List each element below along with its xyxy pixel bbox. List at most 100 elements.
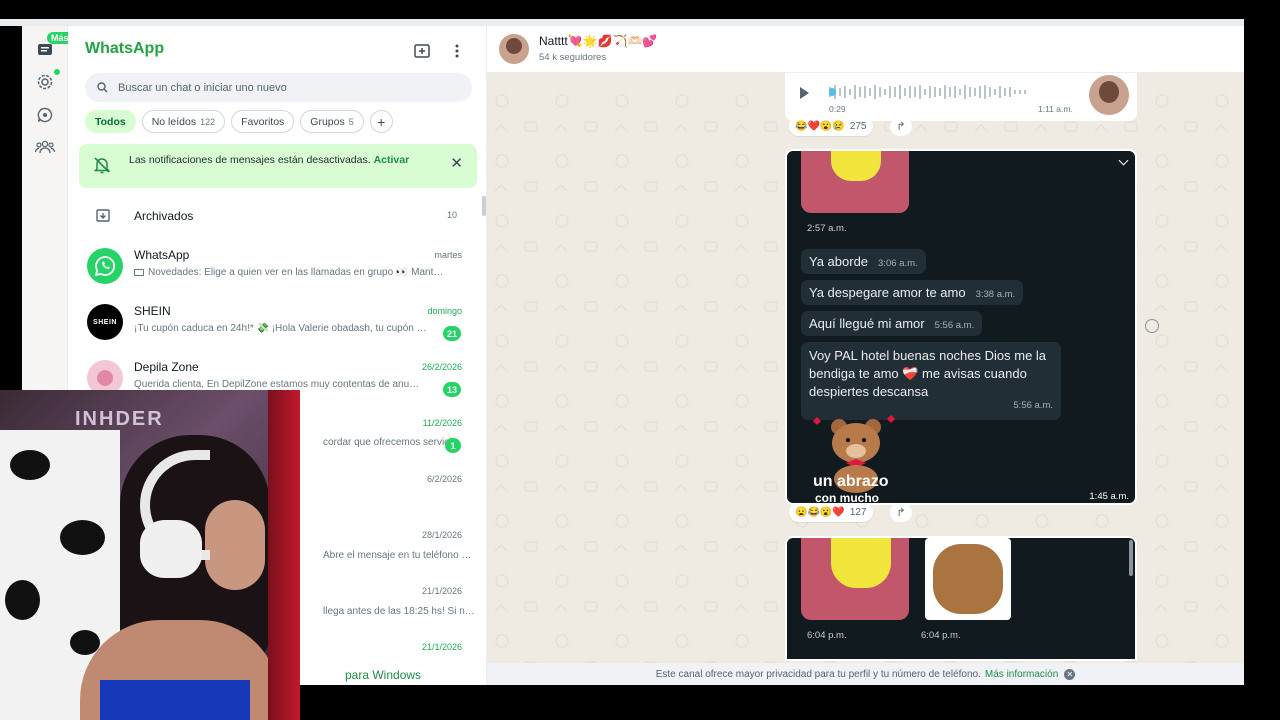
- chat-time: 26/2/2026: [421, 362, 462, 372]
- shein-avatar: SHEIN: [87, 304, 123, 340]
- sticker-dog: [925, 538, 1011, 620]
- bubble-time: 3:38 a.m.: [975, 289, 1016, 300]
- chip-no-leidos[interactable]: No leídos 122: [141, 110, 226, 133]
- channel-avatar: [499, 34, 529, 64]
- chat-preview: Novedades: Elige a quien ver en las llam…: [134, 267, 464, 278]
- status-dot: [54, 69, 60, 75]
- notif-text: Las notificaciones de mensajes están des…: [129, 154, 371, 166]
- chip-label: Todos: [95, 115, 126, 128]
- image-time: 1:45 a.m.: [1089, 491, 1129, 502]
- privacy-footer: Este canal ofrece mayor privacidad para …: [487, 663, 1244, 685]
- bubble-time: 5:56 a.m.: [934, 320, 975, 331]
- sticker-fragment: [801, 151, 909, 213]
- audio-sender-avatar: [1089, 75, 1129, 115]
- audio-message: 0:29 1:11 a.m.: [785, 73, 1137, 121]
- chat-preview: ¡Tu cupón caduca en 24h!* 💸 ¡Hola Valeri…: [134, 323, 427, 334]
- message-bubble: Voy PAL hotel buenas noches Dios me la b…: [801, 342, 1061, 420]
- archived-row[interactable]: Archivados 10: [68, 200, 487, 232]
- chip-todos[interactable]: Todos: [85, 110, 136, 133]
- search-icon: [97, 82, 108, 93]
- reactions-bar[interactable]: 😦😂😮❤️ 127: [789, 503, 873, 522]
- new-chat-icon[interactable]: [411, 40, 433, 62]
- chat-row-shein[interactable]: SHEIN SHEIN ¡Tu cupón caduca en 24h!* 💸 …: [68, 296, 487, 352]
- react-emoji-icon[interactable]: [1145, 319, 1159, 333]
- browser-top-strip: [0, 19, 1244, 26]
- footer-text: Este canal ofrece mayor privacidad para …: [655, 668, 981, 680]
- channel-title: Natttt💘🌟💋🏹🫶🏻💕: [539, 34, 658, 48]
- reaction-emojis: 😂❤️😮😢: [795, 121, 845, 132]
- webcam-overlay: INHDER: [0, 390, 300, 720]
- channel-header[interactable]: Natttt💘🌟💋🏹🫶🏻💕 54 k seguidores: [487, 26, 1244, 73]
- windows-download-link[interactable]: para Windows: [345, 668, 421, 682]
- sticker-duck: [801, 538, 909, 620]
- bubble-text: Voy PAL hotel buenas noches Dios me la b…: [809, 348, 1047, 399]
- app-title: WhatsApp: [85, 40, 165, 57]
- menu-icon[interactable]: [446, 40, 468, 62]
- more-info-link[interactable]: Más información: [985, 669, 1058, 680]
- chip-label: Grupos: [310, 115, 345, 128]
- archived-count: 10: [446, 210, 457, 220]
- chat-time: 21/1/2026: [421, 642, 462, 652]
- close-icon[interactable]: ✕: [1064, 668, 1076, 680]
- activate-link[interactable]: Activar: [374, 154, 410, 166]
- communities-icon[interactable]: [33, 135, 57, 159]
- notif-message: Las notificaciones de mensajes están des…: [129, 154, 409, 166]
- chat-time: 6/2/2026: [426, 474, 462, 484]
- filter-chips: Todos No leídos 122 Favoritos Grupos 5 +: [85, 110, 393, 133]
- channel-followers: 54 k seguidores: [539, 52, 607, 63]
- chat-preview: cordar que ofrecemos servici…: [323, 437, 462, 448]
- chat-row-whatsapp[interactable]: WhatsApp Novedades: Elige a quien ver en…: [68, 240, 487, 296]
- chat-preview: Querida clienta, En DepilZone estamos mu…: [134, 379, 420, 390]
- chip-label: No leídos: [151, 115, 197, 128]
- bell-off-icon: [92, 155, 112, 180]
- unread-badge: 21: [442, 326, 461, 341]
- chat-time: 28/1/2026: [421, 530, 462, 540]
- audio-waveform[interactable]: [829, 84, 1069, 100]
- chip-label: Favoritos: [241, 115, 285, 128]
- close-icon[interactable]: ✕: [450, 154, 463, 172]
- reaction-count: 275: [849, 121, 867, 132]
- notifications-banner: Las notificaciones de mensajes están des…: [79, 144, 477, 188]
- chip-grupos[interactable]: Grupos 5: [300, 110, 364, 133]
- play-icon[interactable]: [800, 87, 809, 99]
- forward-button[interactable]: ↱: [890, 117, 912, 136]
- channel-pane: Natttt💘🌟💋🏹🫶🏻💕 54 k seguidores 0:29 1:11 …: [487, 26, 1244, 685]
- bubble-text: Aquí llegué mi amor: [809, 316, 925, 331]
- chat-time: 11/2/2026: [422, 418, 462, 428]
- reaction-emojis: 😦😂😮❤️: [795, 507, 845, 518]
- chip-favoritos[interactable]: Favoritos: [231, 110, 295, 133]
- forward-button[interactable]: ↱: [890, 503, 912, 522]
- image-message[interactable]: 6:04 p.m. 6:04 p.m.: [785, 536, 1137, 661]
- chat-preview: Abre el mensaje en tu teléfono …: [323, 550, 472, 561]
- archived-label: Archivados: [134, 209, 194, 223]
- chat-name: Depila Zone: [134, 360, 199, 374]
- chat-preview-text: Novedades: Elige a quien ver en las llam…: [148, 267, 444, 278]
- blue-top: [100, 680, 250, 720]
- reactions-bar[interactable]: 😂❤️😮😢 275: [789, 117, 873, 136]
- image-scrollbar[interactable]: [1129, 540, 1133, 576]
- chip-count: 122: [200, 116, 216, 127]
- message-bubble: Ya despegare amor te amo 3:38 a.m.: [801, 280, 1024, 305]
- search-placeholder: Buscar un chat o iniciar uno nuevo: [118, 81, 287, 94]
- image-timestamp: 2:57 a.m.: [807, 223, 847, 234]
- reaction-count: 127: [849, 507, 867, 518]
- list-scrollbar[interactable]: [482, 196, 486, 216]
- unread-badge: 1: [445, 438, 461, 453]
- bubble-text: Ya aborde: [809, 254, 869, 269]
- status-icon[interactable]: [33, 70, 57, 94]
- whatsapp-logo-icon: [87, 248, 123, 284]
- chat-time: 21/1/2026: [421, 586, 462, 596]
- add-filter-button[interactable]: +: [369, 110, 393, 133]
- shein-logo-text: SHEIN: [93, 318, 117, 326]
- chevron-down-icon[interactable]: [1118, 155, 1129, 166]
- chat-time: domingo: [427, 306, 462, 316]
- neon-sign: INHDER: [75, 408, 164, 430]
- image-message[interactable]: 2:57 a.m. Ya aborde 3:06 a.m. Ya despegar…: [785, 149, 1137, 505]
- chat-name: WhatsApp: [134, 248, 190, 262]
- chat-time: martes: [434, 250, 462, 260]
- audio-time: 1:11 a.m.: [1038, 104, 1073, 114]
- chat-name: SHEIN: [134, 304, 171, 318]
- search-input[interactable]: Buscar un chat o iniciar uno nuevo: [85, 73, 472, 102]
- channels-icon[interactable]: [33, 103, 57, 127]
- red-curtain: [268, 390, 300, 720]
